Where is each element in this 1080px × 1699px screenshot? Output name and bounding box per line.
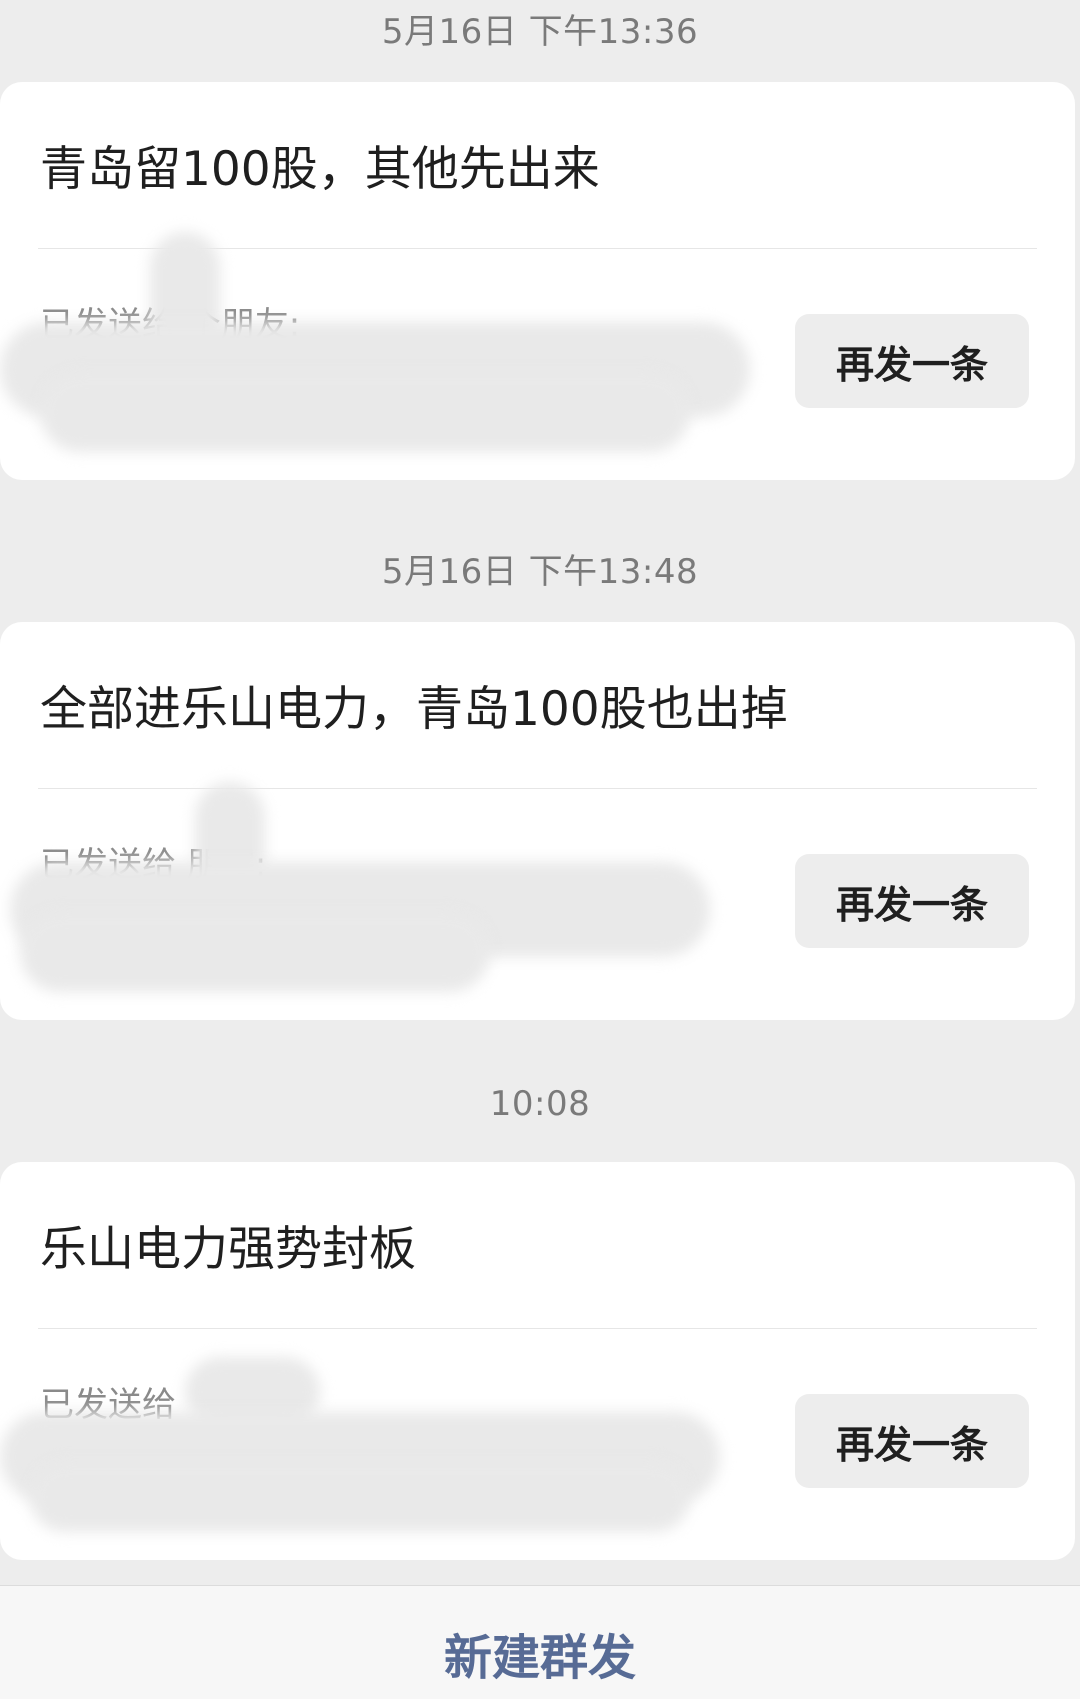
resend-button[interactable]: 再发一条 <box>795 854 1029 948</box>
broadcast-card: 青岛留100股，其他先出来 已发送给 个朋友: 再发一条 <box>0 82 1075 480</box>
broadcast-history-list: 5月16日 下午13:36 青岛留100股，其他先出来 已发送给 个朋友: 再发… <box>0 0 1080 1585</box>
broadcast-card: 全部进乐山电力，青岛100股也出掉 已发送给 朋友: 再发一条 <box>0 622 1075 1020</box>
broadcast-message: 全部进乐山电力，青岛100股也出掉 <box>40 682 788 737</box>
card-divider <box>38 1328 1037 1329</box>
resend-button[interactable]: 再发一条 <box>795 1394 1029 1488</box>
broadcast-timestamp: 10:08 <box>489 1084 591 1124</box>
new-broadcast-button[interactable]: 新建群发 <box>0 1618 1080 1688</box>
resend-button[interactable]: 再发一条 <box>795 314 1029 408</box>
broadcast-timestamp: 5月16日 下午13:36 <box>381 12 699 52</box>
bottom-action-bar: 新建群发 <box>0 1585 1080 1699</box>
card-divider <box>38 788 1037 789</box>
redaction-blur <box>30 1462 690 1532</box>
broadcast-card: 乐山电力强势封板 已发送给 再发一条 <box>0 1162 1075 1560</box>
broadcast-message: 乐山电力强势封板 <box>40 1222 416 1277</box>
redaction-blur <box>20 912 490 992</box>
broadcast-message: 青岛留100股，其他先出来 <box>40 142 600 197</box>
redaction-blur <box>40 372 690 452</box>
broadcast-timestamp: 5月16日 下午13:48 <box>381 552 699 592</box>
